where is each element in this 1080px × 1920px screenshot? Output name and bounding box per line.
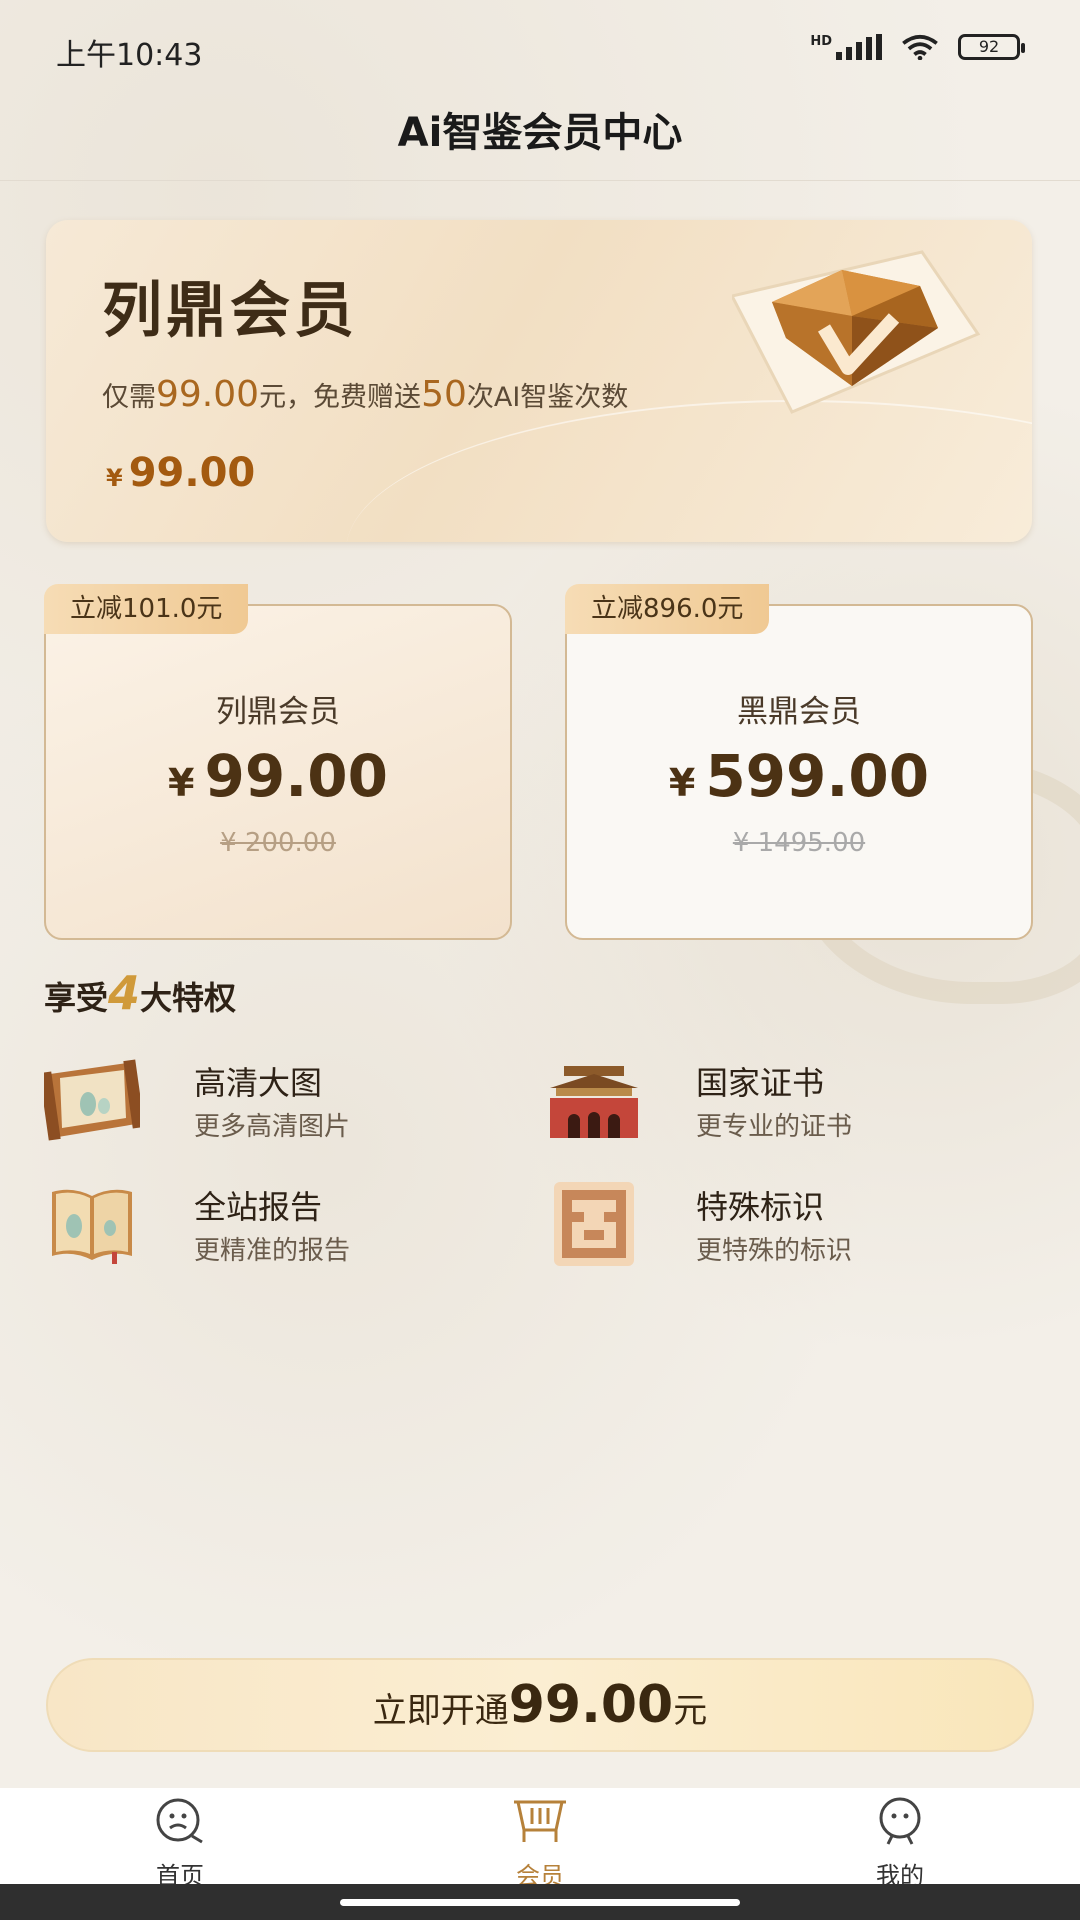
privilege-item-special-mark: 特殊标识 更特殊的标识 — [546, 1178, 966, 1274]
cta-suffix: 元 — [673, 1691, 708, 1731]
scroll-painting-icon — [44, 1059, 140, 1141]
hd-label: HD — [810, 34, 832, 49]
tab-profile[interactable]: 我的 — [800, 1796, 1000, 1891]
seal-mark-icon — [554, 1182, 634, 1266]
hero-desc-prefix: 仅需 — [102, 382, 156, 413]
plan-name: 黑鼎会员 — [737, 694, 861, 730]
privilege-title: 特殊标识 — [696, 1188, 825, 1226]
hero-desc-price: 99.00 — [156, 374, 260, 415]
privilege-item-report: 全站报告 更精准的报告 — [44, 1178, 464, 1274]
plan-currency: ¥ — [668, 761, 696, 805]
privileges-head-pre: 享受 — [44, 979, 109, 1017]
privileges-heading: 享受4大特权 — [44, 966, 236, 1020]
plan-original-price: ¥ 1495.00 — [732, 828, 866, 858]
hero-price-value: 99.00 — [128, 450, 256, 496]
plan-price: ¥599.00 — [567, 742, 1031, 810]
hero-title: 列鼎会员 — [102, 276, 358, 346]
hero-desc-mid: 元，免费赠送 — [259, 382, 422, 413]
plan-price-value: 599.00 — [705, 742, 930, 810]
privilege-subtitle: 更专业的证书 — [696, 1112, 853, 1142]
privilege-title: 全站报告 — [194, 1188, 323, 1226]
hero-wave-decoration — [346, 400, 1032, 542]
membership-hero-card: 列鼎会员 仅需99.00元，免费赠送50次AI智鉴次数 ¥99.00 — [46, 220, 1032, 542]
status-icons: HD 92 — [810, 34, 1025, 60]
plan-original-price: ¥ 200.00 — [220, 828, 336, 858]
hero-description: 仅需99.00元，免费赠送50次AI智鉴次数 — [102, 374, 628, 415]
open-book-icon — [52, 1189, 132, 1264]
privilege-item-hd-image: 高清大图 更多高清图片 — [44, 1054, 464, 1150]
privilege-subtitle: 更特殊的标识 — [696, 1236, 853, 1266]
battery-icon: 92 — [958, 34, 1025, 60]
bottom-tab-bar: 首页 会员 我的 — [0, 1788, 1080, 1890]
cta-amount: 99.00 — [508, 1675, 674, 1735]
hero-desc-suffix: 次AI智鉴次数 — [466, 382, 629, 413]
privilege-title: 国家证书 — [696, 1064, 825, 1102]
status-bar: 上午10:43 HD 92 — [0, 0, 1080, 100]
discount-tag: 立减896.0元 — [565, 584, 770, 634]
privileges-head-post: 大特权 — [140, 979, 237, 1017]
vip-gem-icon — [732, 250, 981, 414]
status-time: 上午10:43 — [56, 38, 203, 73]
home-indicator[interactable] — [340, 1899, 740, 1906]
plan-card-heiding[interactable]: 立减896.0元 黑鼎会员 ¥599.00 ¥ 1495.00 — [565, 584, 1033, 940]
page-title: Ai智鉴会员中心 — [397, 110, 683, 156]
privilege-subtitle: 更多高清图片 — [194, 1112, 351, 1142]
plan-card-lieding[interactable]: 立减101.0元 列鼎会员 ¥99.00 ¥ 200.00 — [44, 584, 512, 940]
member-cart-icon — [514, 1800, 566, 1842]
discount-tag: 立减101.0元 — [44, 584, 249, 634]
plan-currency: ¥ — [168, 761, 195, 805]
palace-gate-icon — [550, 1066, 638, 1138]
profile-icon — [879, 1797, 921, 1845]
plan-price: ¥99.00 — [46, 742, 510, 810]
activate-now-button[interactable]: 立即开通99.00元 — [46, 1658, 1034, 1752]
privilege-title: 高清大图 — [194, 1064, 323, 1102]
plan-price-value: 99.00 — [204, 742, 388, 810]
system-navigation-bar — [0, 1884, 1080, 1920]
hero-currency: ¥ — [106, 464, 123, 492]
privilege-item-certificate: 国家证书 更专业的证书 — [546, 1054, 966, 1150]
wifi-icon — [902, 34, 938, 60]
plan-name: 列鼎会员 — [216, 694, 340, 730]
privilege-subtitle: 更精准的报告 — [194, 1236, 351, 1266]
tab-member[interactable]: 会员 — [440, 1796, 640, 1891]
hero-price: ¥99.00 — [106, 450, 255, 496]
signal-icon — [836, 34, 882, 60]
header-divider — [0, 180, 1080, 181]
cta-prefix: 立即开通 — [372, 1691, 509, 1731]
privileges-count: 4 — [108, 966, 141, 1020]
tab-home[interactable]: 首页 — [80, 1796, 280, 1891]
home-face-icon — [156, 1798, 203, 1844]
hero-desc-count: 50 — [421, 374, 467, 415]
